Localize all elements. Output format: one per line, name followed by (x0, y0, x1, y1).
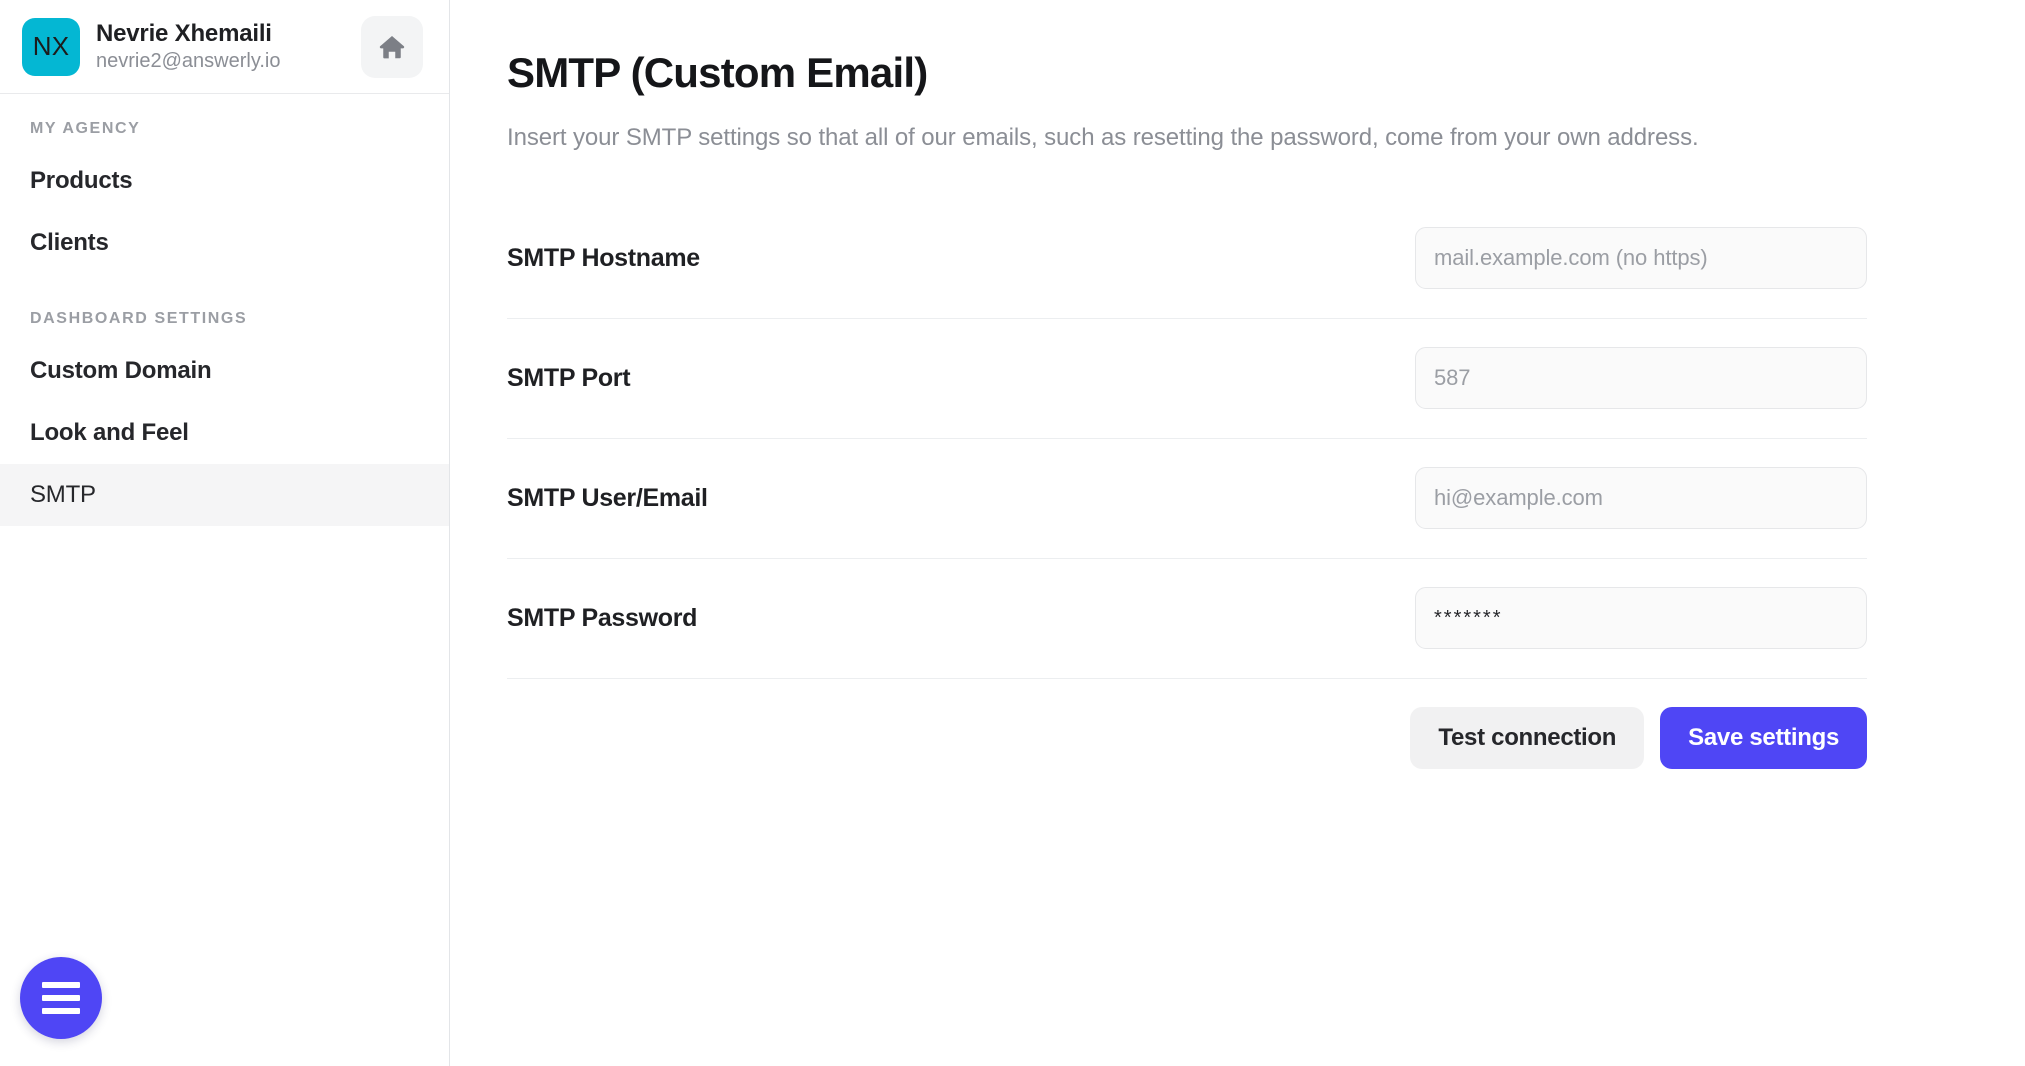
sidebar-nav: MY AGENCY Products Clients DASHBOARD SET… (0, 94, 449, 526)
sidebar: NX Nevrie Xhemaili nevrie2@answerly.io M… (0, 0, 450, 1066)
sidebar-item-smtp[interactable]: SMTP (0, 464, 449, 526)
smtp-password-input[interactable] (1415, 587, 1867, 650)
form-row-smtp-password: SMTP Password (507, 559, 1867, 679)
field-wrapper-smtp-port (1415, 347, 1867, 410)
page-subtitle: Insert your SMTP settings so that all of… (507, 124, 1699, 152)
save-settings-button[interactable]: Save settings (1660, 706, 1867, 769)
form-row-smtp-hostname: SMTP Hostname (507, 199, 1867, 319)
form-actions: Test connection Save settings (507, 679, 1867, 769)
smtp-user-email-input[interactable] (1415, 467, 1867, 530)
label-smtp-password: SMTP Password (507, 603, 698, 632)
nav-section-title-my-agency: MY AGENCY (30, 120, 141, 137)
form-row-smtp-port: SMTP Port (507, 319, 1867, 439)
nav-section-title-dashboard-settings: DASHBOARD SETTINGS (30, 310, 248, 327)
app-root: NX Nevrie Xhemaili nevrie2@answerly.io M… (0, 0, 2025, 1066)
label-smtp-port: SMTP Port (507, 363, 631, 392)
home-icon (377, 32, 407, 62)
sidebar-account-header[interactable]: NX Nevrie Xhemaili nevrie2@answerly.io (0, 0, 449, 94)
avatar: NX (22, 17, 80, 76)
main-content: SMTP (Custom Email) Insert your SMTP set… (450, 0, 2025, 1066)
sidebar-item-custom-domain[interactable]: Custom Domain (0, 340, 449, 402)
account-email: nevrie2@answerly.io (96, 50, 281, 73)
hamburger-menu-icon (42, 982, 80, 1014)
label-smtp-user-email: SMTP User/Email (507, 483, 708, 512)
account-name: Nevrie Xhemaili (96, 19, 272, 47)
field-wrapper-smtp-password (1415, 587, 1867, 650)
field-wrapper-smtp-hostname (1415, 227, 1867, 290)
field-wrapper-smtp-user-email (1415, 467, 1867, 530)
sidebar-item-clients[interactable]: Clients (0, 212, 449, 274)
menu-fab-button[interactable] (20, 957, 102, 1039)
smtp-settings-form: SMTP Hostname SMTP Port SMTP User/Email (507, 199, 1867, 679)
page-title: SMTP (Custom Email) (507, 49, 928, 96)
home-button[interactable] (361, 15, 423, 78)
main-inner: SMTP (Custom Email) Insert your SMTP set… (450, 48, 1950, 769)
smtp-port-input[interactable] (1415, 347, 1867, 410)
form-row-smtp-user-email: SMTP User/Email (507, 439, 1867, 559)
sidebar-item-products[interactable]: Products (0, 150, 449, 212)
label-smtp-hostname: SMTP Hostname (507, 243, 700, 272)
sidebar-item-look-and-feel[interactable]: Look and Feel (0, 402, 449, 464)
smtp-hostname-input[interactable] (1415, 227, 1867, 290)
test-connection-button[interactable]: Test connection (1410, 706, 1645, 769)
account-meta: Nevrie Xhemaili nevrie2@answerly.io (96, 20, 345, 74)
